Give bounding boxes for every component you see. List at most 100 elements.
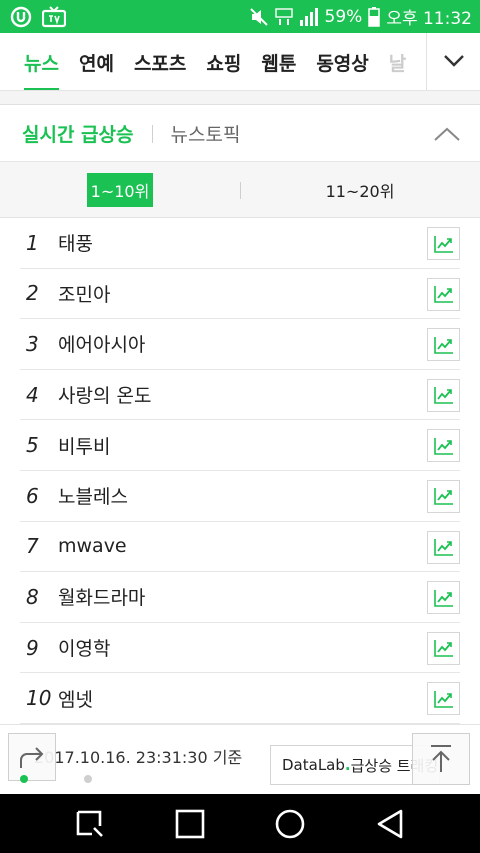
trend-chart-button[interactable] [427, 581, 460, 615]
trend-chart-button[interactable] [427, 277, 460, 311]
square-icon [175, 809, 205, 838]
search-term[interactable]: 월화드라마 [58, 583, 145, 610]
trend-chart-icon [433, 235, 453, 253]
trend-chart-button[interactable] [427, 682, 460, 716]
tv-icon [42, 5, 66, 28]
trend-chart-icon [433, 589, 453, 607]
ranking-footer: 2017.10.16. 23:31:30 기준 DataLab. 급상승 트래킹 [0, 724, 480, 794]
search-term[interactable]: mwave [58, 535, 127, 557]
divider [151, 124, 153, 143]
search-term[interactable]: 에어아시아 [58, 330, 145, 357]
rank-number: 1 [26, 230, 39, 255]
rank-range-toggle: 1~10위 11~20위 [0, 162, 480, 218]
signal-icon [299, 7, 319, 26]
tab-video[interactable]: 동영상 [306, 33, 378, 90]
system-navigation-bar [0, 794, 480, 853]
trend-chart-button[interactable] [427, 631, 460, 665]
rank-number: 6 [26, 483, 39, 508]
search-term[interactable]: 조민아 [58, 280, 110, 307]
share-button[interactable] [8, 733, 56, 781]
status-bar: 59% 오후 11:32 [0, 0, 480, 33]
range-11-20-button[interactable]: 11~20위 [326, 178, 395, 202]
trend-chart-button[interactable] [427, 429, 460, 463]
trend-chart-icon [433, 336, 453, 354]
trend-chart-button[interactable] [427, 479, 460, 513]
search-term[interactable]: 이영학 [58, 634, 110, 661]
tab-webtoon[interactable]: 웹툰 [251, 33, 306, 90]
ranking-row[interactable]: 7 mwave [20, 522, 460, 573]
tab-entertainment[interactable]: 연예 [69, 33, 124, 90]
ranking-row[interactable]: 3 에어아시아 [20, 319, 460, 370]
screen-capture-icon [76, 810, 103, 837]
app-u-icon [10, 6, 32, 28]
arrow-up-icon [431, 745, 451, 772]
search-term[interactable]: 비투비 [58, 432, 110, 459]
ranking-row[interactable]: 2 조민아 [20, 269, 460, 320]
home-button[interactable] [266, 800, 314, 848]
search-term[interactable]: 사랑의 온도 [58, 381, 151, 408]
trend-chart-button[interactable] [427, 530, 460, 564]
triangle-back-icon [377, 809, 403, 838]
tab-weather[interactable]: 날 [379, 33, 416, 90]
rank-number: 8 [26, 584, 39, 609]
scrolled-content-strip [0, 91, 480, 105]
trend-chart-icon [433, 488, 453, 506]
battery-percent: 59% [324, 6, 363, 27]
scroll-top-button[interactable] [412, 733, 470, 785]
page-dot-active [20, 775, 28, 783]
ranking-row[interactable]: 9 이영학 [20, 623, 460, 674]
mute-icon [249, 7, 269, 27]
rank-number: 9 [26, 635, 39, 660]
chevron-down-icon [443, 53, 465, 72]
tab-sports[interactable]: 스포츠 [124, 33, 196, 90]
page-indicator [20, 775, 92, 783]
ranking-list: 1 태풍 2 조민아 3 에어아시아 4 사랑의 온도 5 비투비 6 노블레스… [20, 218, 460, 724]
battery-icon [368, 6, 381, 27]
capture-button[interactable] [66, 800, 114, 848]
category-tab-bar: 뉴스 연예 스포츠 쇼핑 웹툰 동영상 날 [0, 33, 480, 91]
tab-news[interactable]: 뉴스 [14, 33, 69, 90]
ranking-timestamp: 2017.10.16. 23:31:30 기준 [34, 748, 243, 767]
back-button[interactable] [366, 800, 414, 848]
collapse-button[interactable] [432, 120, 462, 148]
trend-chart-icon [433, 640, 453, 658]
trend-chart-icon [433, 690, 453, 708]
ranking-row[interactable]: 4 사랑의 온도 [20, 370, 460, 421]
lte-icon [274, 7, 293, 27]
ranking-row[interactable]: 6 노블레스 [20, 471, 460, 522]
chevron-up-icon [434, 127, 460, 141]
divider [240, 182, 241, 199]
ranking-row[interactable]: 5 비투비 [20, 420, 460, 471]
page-dot [84, 775, 92, 783]
ranking-row[interactable]: 8 월화드라마 [20, 572, 460, 623]
search-term[interactable]: 엠넷 [58, 685, 93, 712]
realtime-section-header: 실시간 급상승 뉴스토픽 [0, 106, 480, 162]
rank-number: 7 [26, 534, 39, 559]
rank-number: 3 [26, 331, 39, 356]
news-topic-tab[interactable]: 뉴스토픽 [171, 120, 241, 147]
clock: 오후 11:32 [386, 9, 472, 29]
trend-chart-icon [433, 539, 453, 556]
ranking-row[interactable]: 1 태풍 [20, 218, 460, 269]
trend-chart-button[interactable] [427, 227, 460, 260]
rank-number: 2 [26, 281, 39, 306]
trend-chart-icon [433, 387, 453, 405]
trend-chart-icon [433, 286, 453, 303]
range-1-10-button[interactable]: 1~10위 [87, 172, 153, 207]
rank-number: 10 [26, 686, 52, 711]
tab-expand-button[interactable] [426, 33, 480, 90]
trend-chart-icon [433, 437, 453, 455]
rank-number: 4 [26, 382, 39, 407]
search-term[interactable]: 노블레스 [58, 482, 128, 509]
circle-icon [275, 809, 305, 838]
section-title[interactable]: 실시간 급상승 [22, 120, 134, 147]
rank-number: 5 [26, 433, 39, 458]
trend-chart-button[interactable] [427, 378, 460, 412]
share-icon [20, 747, 44, 768]
tab-shopping[interactable]: 쇼핑 [196, 33, 251, 90]
ranking-row[interactable]: 10 엠넷 [20, 673, 460, 724]
trend-chart-button[interactable] [427, 328, 460, 362]
search-term[interactable]: 태풍 [58, 229, 93, 256]
datalab-brand: DataLab [282, 756, 345, 774]
recent-apps-button[interactable] [166, 800, 214, 848]
